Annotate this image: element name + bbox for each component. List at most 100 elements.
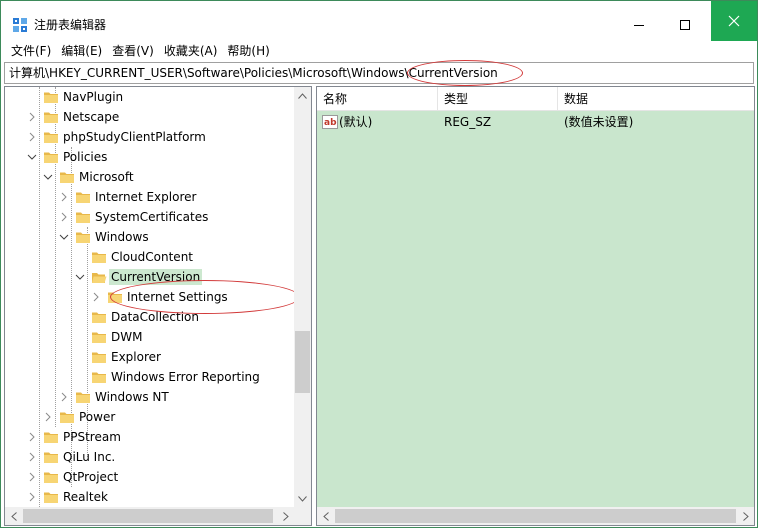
menu-favorites[interactable]: 收藏夹(A) (159, 41, 223, 62)
tree-item-label: Windows Error Reporting (111, 370, 260, 384)
chevron-right-icon[interactable] (27, 132, 37, 142)
scroll-down-button[interactable] (294, 490, 311, 507)
folder-icon (44, 492, 58, 503)
chevron-right-icon[interactable] (43, 412, 53, 422)
column-type-header[interactable]: 类型 (438, 87, 558, 111)
chevron-up-icon (298, 92, 307, 99)
folder-icon (44, 432, 58, 443)
close-icon (728, 15, 740, 27)
tree-item[interactable]: Realtek (5, 487, 294, 507)
folder-icon (44, 92, 58, 103)
tree-item-label: DataCollection (111, 310, 200, 324)
tree-item-label: Windows (95, 230, 149, 244)
tree-item-label: Windows NT (95, 390, 169, 404)
menu-help[interactable]: 帮助(H) (222, 41, 274, 62)
value-data: (数值未设置) (564, 115, 634, 129)
list-scroll-left-button[interactable] (317, 507, 334, 525)
svg-text:ab: ab (324, 118, 337, 128)
close-button[interactable] (711, 1, 757, 41)
tree-item[interactable]: Power (5, 407, 294, 427)
tree-item[interactable]: QtProject (5, 467, 294, 487)
folder-icon (60, 412, 74, 423)
chevron-right-icon[interactable] (27, 472, 37, 482)
scroll-up-button[interactable] (294, 87, 311, 104)
list-item[interactable]: ab (默认) REG_SZ (数值未设置) (317, 112, 754, 132)
values-list-pane: 名称 类型 数据 ab (默认) REG_SZ (数值未设置) (316, 86, 755, 526)
tree-item[interactable]: Microsoft (5, 167, 294, 187)
chevron-right-icon[interactable] (59, 392, 69, 402)
tree-item-label: Realtek (63, 490, 108, 504)
tree-item[interactable]: NavPlugin (5, 87, 294, 107)
list-horizontal-scroll-thumb[interactable] (335, 509, 736, 523)
menu-view[interactable]: 查看(V) (107, 41, 159, 62)
tree-item-label: Microsoft (79, 170, 134, 184)
tree-item[interactable]: CloudContent (5, 247, 294, 267)
tree-item-label: Internet Explorer (95, 190, 197, 204)
chevron-down-icon[interactable] (27, 152, 37, 162)
tree-item[interactable]: QiLu Inc. (5, 447, 294, 467)
minimize-button[interactable] (616, 9, 662, 41)
tree-item[interactable]: Windows NT (5, 387, 294, 407)
chevron-right-icon[interactable] (27, 452, 37, 462)
scroll-left-button[interactable] (5, 507, 22, 525)
tree-item[interactable]: Policies (5, 147, 294, 167)
list-scroll-right-button[interactable] (737, 507, 754, 525)
address-path[interactable]: 计算机\HKEY_CURRENT_USER\Software\Policies\… (9, 66, 498, 80)
tree-item-label: CloudContent (111, 250, 194, 264)
tree-horizontal-scroll-thumb[interactable] (23, 509, 273, 523)
chevron-down-icon[interactable] (43, 172, 53, 182)
folder-icon (76, 392, 90, 403)
chevron-right-icon[interactable] (27, 432, 37, 442)
folder-icon (44, 452, 58, 463)
tree-item[interactable]: DataCollection (5, 307, 294, 327)
address-bar[interactable]: 计算机\HKEY_CURRENT_USER\Software\Policies\… (4, 60, 754, 86)
tree-item[interactable]: Internet Settings (5, 287, 294, 307)
maximize-icon (680, 20, 690, 30)
list-horizontal-scrollbar[interactable] (317, 507, 754, 525)
chevron-right-icon[interactable] (27, 492, 37, 502)
scroll-right-button[interactable] (277, 507, 294, 525)
tree-item-label: DWM (111, 330, 143, 344)
string-value-icon: ab (322, 115, 338, 129)
column-name-header[interactable]: 名称 (317, 87, 438, 111)
tree-item[interactable]: Windows (5, 227, 294, 247)
chevron-right-icon[interactable] (59, 212, 69, 222)
folder-icon (76, 212, 90, 223)
tree-item[interactable]: PPStream (5, 427, 294, 447)
folder-icon (92, 252, 106, 263)
tree-item[interactable]: phpStudyClientPlatform (5, 127, 294, 147)
chevron-right-icon[interactable] (59, 192, 69, 202)
folder-icon (92, 372, 106, 383)
tree-item-label: Netscape (63, 110, 120, 124)
tree-item[interactable]: DWM (5, 327, 294, 347)
tree-item[interactable]: Internet Explorer (5, 187, 294, 207)
tree-vertical-scroll-thumb[interactable] (295, 331, 310, 393)
menu-file[interactable]: 文件(F) (6, 41, 56, 62)
chevron-down-icon[interactable] (75, 272, 85, 282)
column-data-header[interactable]: 数据 (558, 87, 754, 111)
menu-edit[interactable]: 编辑(E) (56, 41, 107, 62)
folder-icon (92, 352, 106, 363)
tree-item[interactable]: SystemCertificates (5, 207, 294, 227)
tree-item[interactable]: CurrentVersion (5, 267, 294, 287)
folder-icon (60, 172, 74, 183)
tree-horizontal-scrollbar[interactable] (5, 507, 294, 525)
chevron-right-icon[interactable] (91, 292, 101, 302)
folder-icon (44, 112, 58, 123)
window-title: 注册表编辑器 (34, 18, 107, 32)
tree-vertical-scrollbar[interactable] (294, 87, 311, 507)
chevron-right-icon[interactable] (27, 112, 37, 122)
registry-editor-icon (13, 18, 27, 32)
chevron-down-icon[interactable] (59, 232, 69, 242)
folder-icon (44, 132, 58, 143)
value-type: REG_SZ (444, 115, 492, 129)
tree-item-label: PPStream (63, 430, 121, 444)
tree-item[interactable]: Explorer (5, 347, 294, 367)
key-tree: NavPlugin Netscape phpStudyClientPlatform P… (5, 87, 294, 507)
key-tree-pane: NavPlugin Netscape phpStudyClientPlatform P… (4, 86, 312, 526)
title-bar[interactable]: 注册表编辑器 (1, 1, 757, 41)
maximize-button[interactable] (662, 9, 708, 41)
tree-item-label: QtProject (63, 470, 119, 484)
tree-item[interactable]: Windows Error Reporting (5, 367, 294, 387)
tree-item[interactable]: Netscape (5, 107, 294, 127)
